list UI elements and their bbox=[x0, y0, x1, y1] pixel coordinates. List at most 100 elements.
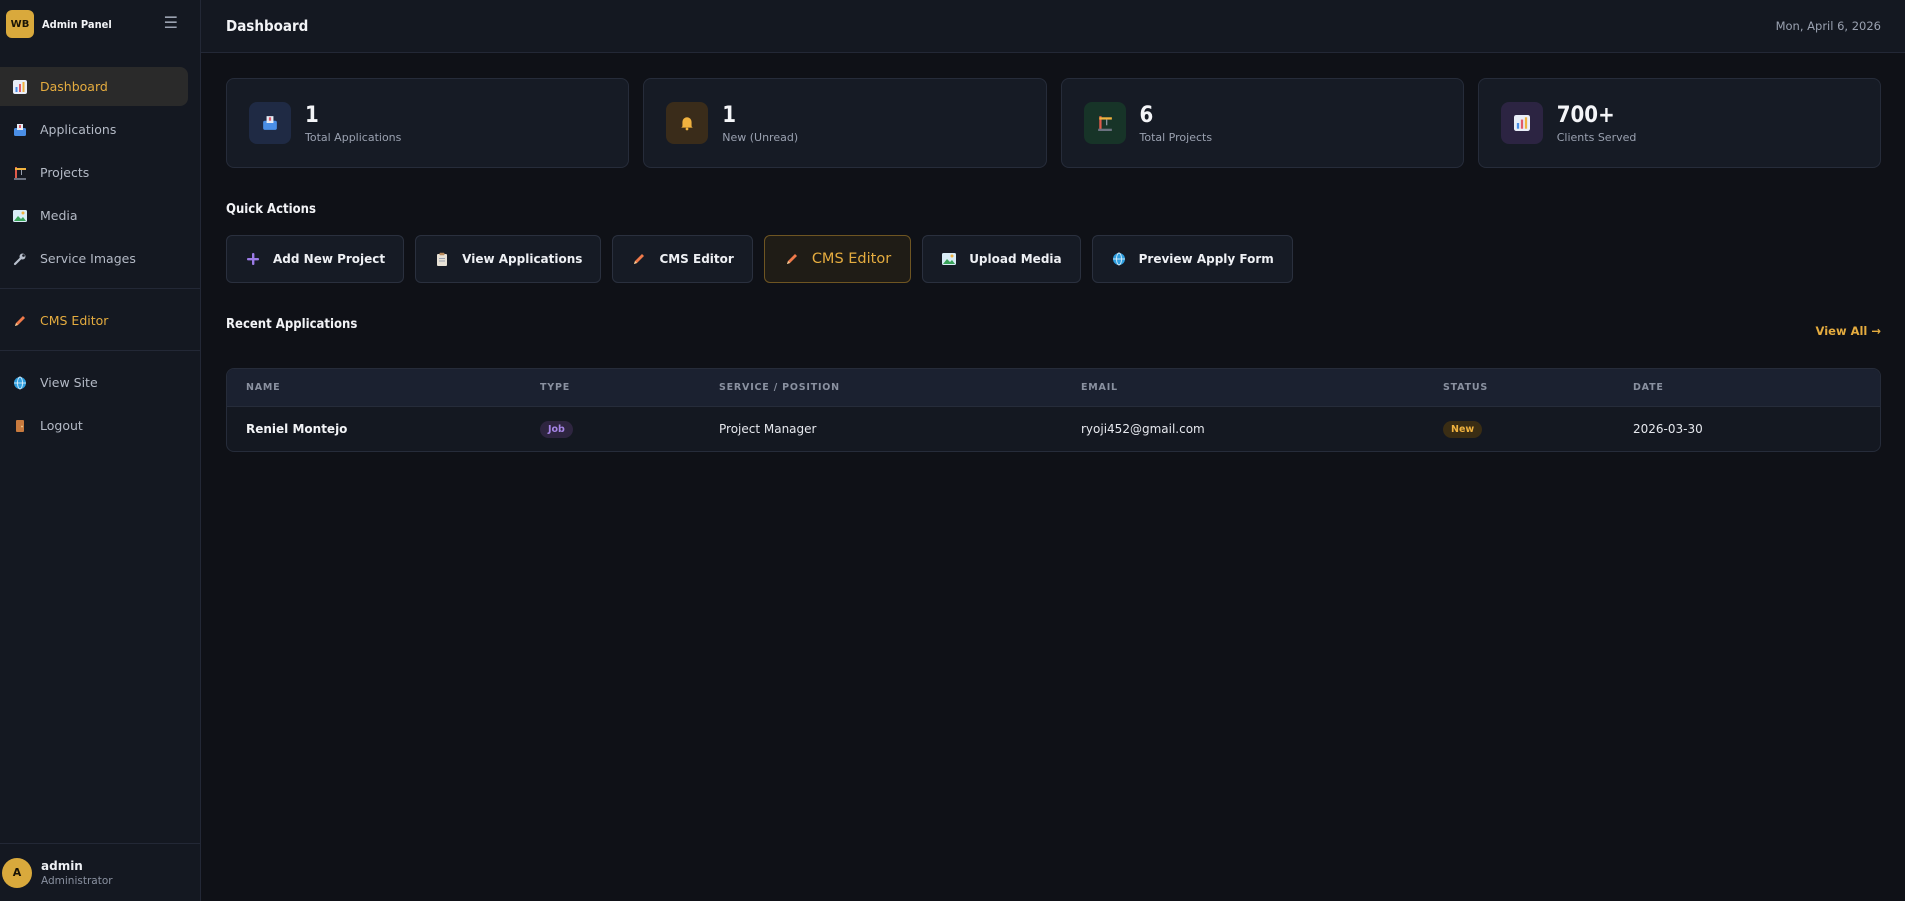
action-label: View Applications bbox=[462, 252, 583, 266]
brand-title: Admin Panel bbox=[42, 17, 112, 31]
construction-icon bbox=[1083, 102, 1126, 144]
stat-card-new-unread: 1 New (Unread) bbox=[643, 78, 1047, 168]
action-label: Add New Project bbox=[273, 252, 386, 266]
sidebar-item-label: Logout bbox=[40, 418, 83, 433]
sidebar-item-dashboard[interactable]: Dashboard bbox=[0, 67, 188, 106]
current-date: Mon, April 6, 2026 bbox=[1775, 19, 1881, 33]
stat-text: 6 Total Projects bbox=[1140, 103, 1213, 144]
sidebar-item-service-images[interactable]: Service Images bbox=[0, 239, 188, 278]
cms-editor-button[interactable]: CMS Editor bbox=[612, 235, 753, 283]
email-cell: ryoji452@gmail.com bbox=[1081, 422, 1205, 436]
inbox-icon bbox=[249, 102, 291, 144]
hamburger-icon[interactable]: ☰ bbox=[164, 14, 178, 32]
stats-row: 1 Total Applications 1 New (Unread) 6 To… bbox=[226, 78, 1881, 168]
chart-icon bbox=[12, 79, 28, 95]
globe-icon bbox=[1111, 251, 1127, 267]
view-applications-button[interactable]: View Applications bbox=[415, 235, 602, 283]
applicant-name: Reniel Montejo bbox=[246, 422, 348, 436]
action-label: Preview Apply Form bbox=[1138, 252, 1274, 266]
pencil-icon bbox=[12, 313, 28, 329]
page-title: Dashboard bbox=[226, 17, 309, 35]
recent-applications-table: NAME TYPE SERVICE / POSITION EMAIL STATU… bbox=[226, 368, 1881, 452]
column-header-date: DATE bbox=[1633, 382, 1664, 393]
sidebar-item-media[interactable]: Media bbox=[0, 196, 188, 235]
sidebar-item-label: Projects bbox=[40, 165, 90, 180]
add-new-project-button[interactable]: Add New Project bbox=[226, 235, 405, 283]
sidebar-divider bbox=[0, 288, 200, 289]
door-icon bbox=[12, 418, 28, 434]
user-name: admin bbox=[41, 858, 83, 873]
upload-media-button[interactable]: Upload Media bbox=[922, 235, 1081, 283]
sidebar-item-label: Applications bbox=[40, 122, 117, 137]
stat-text: 700+ Clients Served bbox=[1557, 103, 1637, 144]
column-header-email: EMAIL bbox=[1081, 382, 1118, 393]
image-icon bbox=[12, 208, 28, 224]
column-header-service: SERVICE / POSITION bbox=[719, 382, 840, 393]
clipboard-icon bbox=[434, 251, 450, 267]
image-icon bbox=[941, 251, 957, 267]
brand: WB Admin Panel ☰ bbox=[0, 0, 200, 48]
position-cell: Project Manager bbox=[719, 422, 817, 436]
plus-icon bbox=[245, 251, 261, 267]
stat-label: New (Unread) bbox=[722, 130, 799, 144]
bell-icon bbox=[666, 102, 709, 144]
action-label: CMS Editor bbox=[811, 251, 892, 267]
sidebar-item-cms-editor[interactable]: CMS Editor bbox=[0, 301, 188, 340]
type-cell: Job bbox=[540, 420, 719, 438]
construction-icon bbox=[12, 165, 28, 181]
action-label: CMS Editor bbox=[659, 252, 734, 266]
preview-apply-form-button[interactable]: Preview Apply Form bbox=[1091, 235, 1293, 283]
view-all-link[interactable]: View All → bbox=[1816, 324, 1882, 338]
sidebar: WB Admin Panel ☰ Dashboard Applications bbox=[0, 0, 201, 901]
user-role: Administrator bbox=[41, 874, 113, 887]
topbar: Dashboard Mon, April 6, 2026 bbox=[201, 0, 1905, 53]
pencil-icon bbox=[784, 251, 800, 267]
action-label: Upload Media bbox=[969, 252, 1062, 266]
avatar: A bbox=[2, 857, 32, 888]
quick-actions: Add New Project View Applications CMS Ed… bbox=[226, 235, 1881, 283]
stat-card-clients-served: 700+ Clients Served bbox=[1477, 78, 1881, 168]
sidebar-item-label: Service Images bbox=[40, 251, 136, 266]
sidebar-item-label: CMS Editor bbox=[40, 313, 109, 328]
stat-card-total-projects: 6 Total Projects bbox=[1060, 78, 1464, 168]
sidebar-item-projects[interactable]: Projects bbox=[0, 153, 188, 192]
stat-label: Clients Served bbox=[1556, 130, 1637, 144]
sidebar-divider bbox=[0, 350, 200, 351]
status-cell: New bbox=[1443, 420, 1633, 438]
quick-actions-title: Quick Actions bbox=[226, 202, 316, 217]
stat-text: 1 New (Unread) bbox=[722, 103, 798, 144]
sidebar-item-label: Dashboard bbox=[40, 79, 108, 94]
globe-icon bbox=[12, 375, 28, 391]
main-area: Dashboard Mon, April 6, 2026 1 Total App… bbox=[201, 0, 1905, 901]
stat-text: 1 Total Applications bbox=[305, 103, 401, 144]
sidebar-nav: Dashboard Applications Projects Media Se… bbox=[0, 67, 200, 445]
inbox-icon bbox=[12, 122, 28, 138]
sidebar-item-label: View Site bbox=[40, 375, 98, 390]
recent-applications-title: Recent Applications bbox=[226, 317, 358, 332]
cms-editor-highlight-button[interactable]: CMS Editor bbox=[763, 235, 912, 283]
pencil-icon bbox=[631, 251, 647, 267]
stat-label: Total Applications bbox=[305, 130, 402, 144]
stat-card-total-applications: 1 Total Applications bbox=[226, 78, 630, 168]
sidebar-item-applications[interactable]: Applications bbox=[0, 110, 188, 149]
brand-logo: WB bbox=[6, 10, 34, 38]
date-cell: 2026-03-30 bbox=[1633, 422, 1703, 436]
sidebar-item-logout[interactable]: Logout bbox=[0, 406, 188, 445]
stat-value: 700+ bbox=[1556, 102, 1615, 128]
user-info: admin Administrator bbox=[41, 859, 113, 887]
column-header-name: NAME bbox=[246, 382, 281, 393]
sidebar-item-view-site[interactable]: View Site bbox=[0, 363, 188, 402]
dashboard-content: 1 Total Applications 1 New (Unread) 6 To… bbox=[201, 53, 1905, 452]
recent-applications-header: Recent Applications View All → bbox=[226, 317, 1881, 338]
stat-label: Total Projects bbox=[1139, 130, 1213, 144]
status-badge: New bbox=[1443, 420, 1483, 438]
stat-value: 1 bbox=[305, 102, 319, 128]
type-badge: Job bbox=[540, 420, 573, 438]
table-row[interactable]: Reniel Montejo Job Project Manager ryoji… bbox=[227, 407, 1880, 451]
wrench-icon bbox=[12, 251, 28, 267]
user-profile[interactable]: A admin Administrator bbox=[0, 843, 200, 901]
sidebar-item-label: Media bbox=[40, 208, 78, 223]
table-header: NAME TYPE SERVICE / POSITION EMAIL STATU… bbox=[227, 369, 1880, 407]
stat-value: 1 bbox=[722, 102, 737, 128]
stat-value: 6 bbox=[1139, 102, 1154, 128]
